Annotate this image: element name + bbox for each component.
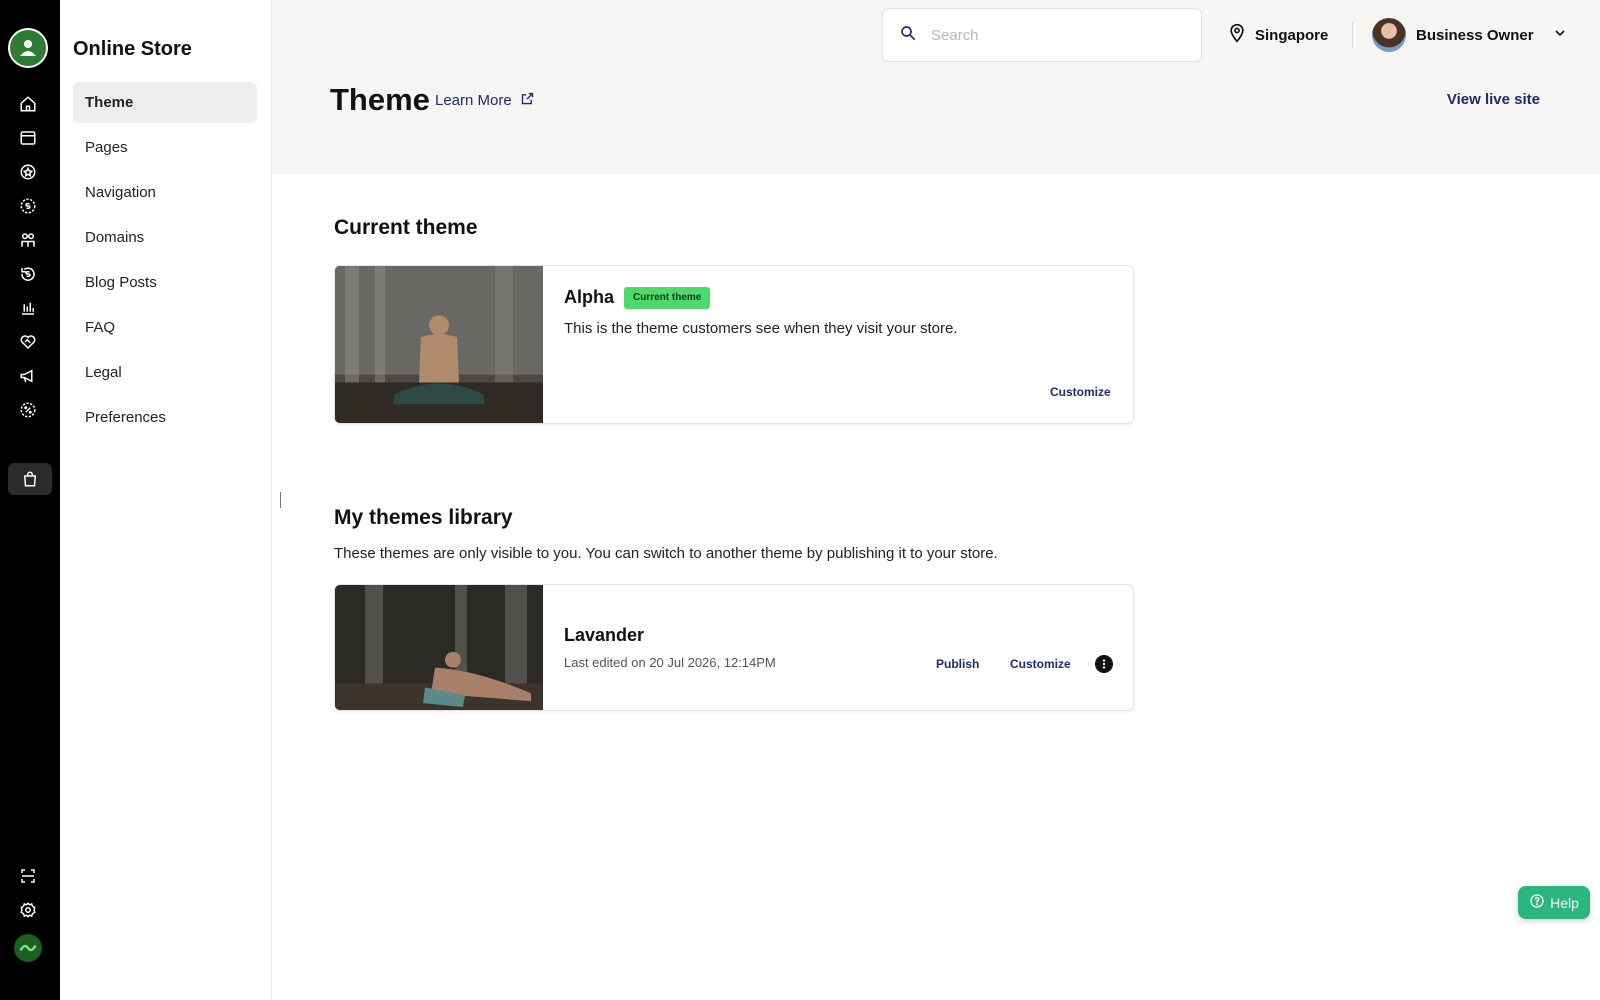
learn-more-link[interactable]: Learn More [435, 91, 535, 110]
search-icon [899, 24, 917, 47]
sidebar-item-navigation[interactable]: Navigation [73, 172, 257, 213]
theme-description: This is the theme customers see when the… [564, 320, 958, 337]
theme-last-edited: Last edited on 20 Jul 2026, 12:14PM [564, 655, 776, 670]
theme-name: Lavander [564, 625, 645, 645]
sidebar-item-theme[interactable]: Theme [73, 82, 257, 123]
learn-more-label: Learn More [435, 92, 512, 109]
location-label: Singapore [1255, 26, 1329, 44]
header-divider [1352, 22, 1353, 48]
star-badge-icon[interactable] [14, 158, 42, 186]
current-theme-heading: Current theme [334, 216, 478, 239]
sidebar-item-domains[interactable]: Domains [73, 217, 257, 258]
theme-thumbnail [335, 585, 543, 710]
search-box [882, 8, 1202, 62]
user-name: Business Owner [1416, 26, 1534, 44]
scan-icon[interactable] [14, 862, 42, 890]
icon-rail [0, 0, 60, 1000]
view-live-site-link[interactable]: View live site [1447, 91, 1540, 108]
shopping-bag-icon[interactable] [8, 463, 52, 495]
themes-library-heading: My themes library [334, 506, 513, 529]
customize-button[interactable]: Customize [1050, 385, 1111, 399]
theme-name: Alpha [564, 287, 615, 307]
sidebar-item-blog-posts[interactable]: Blog Posts [73, 262, 257, 303]
search-input[interactable] [931, 26, 1171, 44]
help-button[interactable]: Help [1518, 886, 1590, 919]
location-selector[interactable]: Singapore [1227, 22, 1328, 48]
discount-icon[interactable] [14, 396, 42, 424]
section-sidebar: Online Store Theme Pages Navigation Doma… [60, 0, 272, 1000]
people-icon[interactable] [14, 226, 42, 254]
publish-button[interactable]: Publish [936, 657, 979, 671]
theme-thumbnail [335, 266, 543, 423]
help-label: Help [1550, 894, 1579, 911]
bar-chart-icon[interactable] [14, 294, 42, 322]
more-options-icon[interactable] [1095, 655, 1113, 673]
user-menu[interactable]: Business Owner [1372, 18, 1568, 52]
question-circle-icon [1529, 893, 1545, 912]
status-badge: Current theme [624, 287, 711, 309]
coin-icon[interactable] [14, 192, 42, 220]
sidebar-nav: Theme Pages Navigation Domains Blog Post… [73, 82, 257, 442]
external-link-icon [520, 91, 535, 110]
map-pin-icon [1227, 22, 1247, 48]
page-header: Singapore Business Owner Theme Learn Mor… [272, 0, 1600, 174]
themes-library-description: These themes are only visible to you. Yo… [334, 545, 998, 562]
home-icon[interactable] [14, 90, 42, 118]
brand-logo-icon[interactable] [8, 28, 48, 68]
customize-button[interactable]: Customize [1010, 657, 1071, 671]
handshake-icon[interactable] [14, 328, 42, 356]
settings-icon[interactable] [14, 896, 42, 924]
refund-icon[interactable] [14, 260, 42, 288]
sidebar-item-preferences[interactable]: Preferences [73, 397, 257, 438]
browser-icon[interactable] [14, 124, 42, 152]
megaphone-icon[interactable] [14, 362, 42, 390]
chevron-down-icon [1552, 25, 1568, 45]
page-title: Theme [330, 82, 430, 117]
sidebar-resize-handle[interactable] [280, 492, 281, 508]
sidebar-item-legal[interactable]: Legal [73, 352, 257, 393]
brand-logo-icon[interactable] [14, 934, 42, 962]
library-theme-card: Lavander Last edited on 20 Jul 2026, 12:… [334, 584, 1134, 711]
sidebar-item-faq[interactable]: FAQ [73, 307, 257, 348]
current-theme-card: Alpha Current theme This is the theme cu… [334, 265, 1134, 424]
avatar [1372, 18, 1406, 52]
sidebar-item-pages[interactable]: Pages [73, 127, 257, 168]
sidebar-title: Online Store [73, 38, 192, 60]
